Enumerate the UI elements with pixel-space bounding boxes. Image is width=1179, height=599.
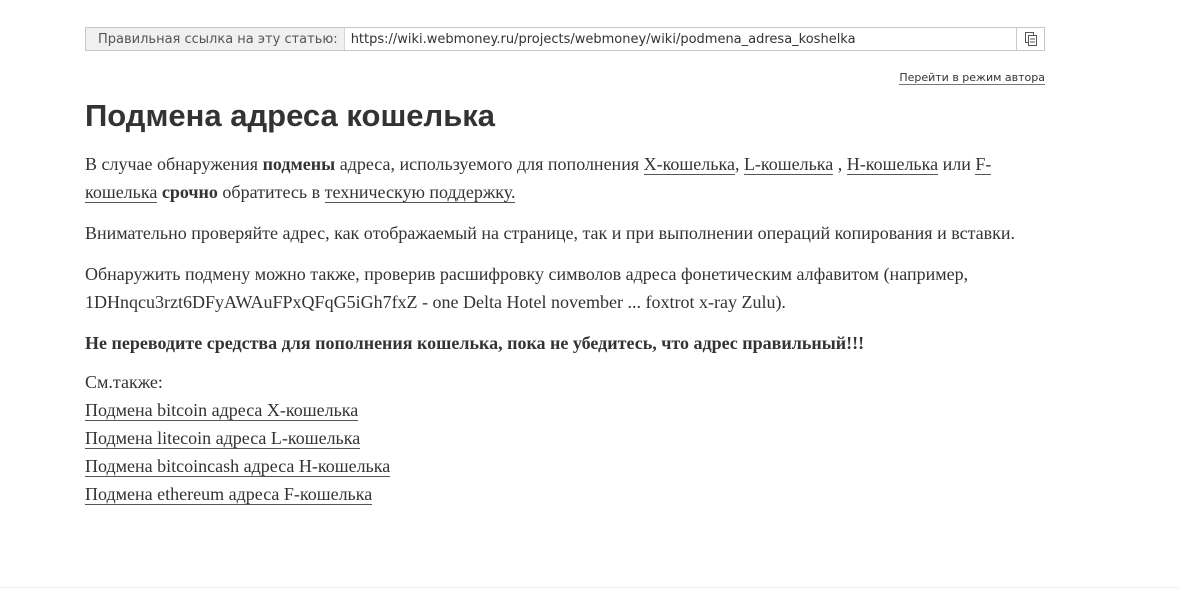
copy-url-button[interactable] — [1016, 28, 1044, 50]
page-title: Подмена адреса кошелька — [85, 98, 496, 133]
paragraph-phonetic: Обнаружить подмену можно также, проверив… — [85, 264, 969, 312]
see-also-link-ethereum[interactable]: Подмена ethereum адреса F-кошелька — [85, 484, 373, 505]
paragraph-warning: Не переводите средства для пополнения ко… — [85, 329, 1045, 357]
text: , — [734, 154, 744, 174]
text: , — [833, 154, 847, 174]
text: В случае обнаружения — [85, 154, 263, 174]
link-tech-support[interactable]: техническую поддержку. — [324, 182, 516, 203]
copy-icon — [1024, 32, 1037, 46]
warning-text: Не переводите средства для пополнения ко… — [85, 333, 865, 353]
link-x-wallet[interactable]: X-кошелька — [643, 154, 735, 175]
link-l-wallet[interactable]: L-кошелька — [743, 154, 834, 175]
article-url-field[interactable] — [344, 28, 1016, 50]
text: или — [938, 154, 976, 174]
author-mode-row: Перейти в режим автора — [85, 68, 1045, 85]
bold-text: подмены — [262, 154, 336, 174]
paragraph-intro: В случае обнаружения подмены адреса, исп… — [85, 150, 1045, 206]
see-also-link-bitcoin[interactable]: Подмена bitcoin адреса X-кошелька — [85, 400, 359, 421]
footer-divider — [0, 587, 1179, 588]
text: адреса, используемого для пополнения — [335, 154, 644, 174]
see-also-section: См.также: Подмена bitcoin адреса X-кошел… — [85, 368, 1045, 508]
link-h-wallet[interactable]: H-кошелька — [846, 154, 939, 175]
see-also-link-litecoin[interactable]: Подмена litecoin адреса L-кошелька — [85, 428, 361, 449]
see-also-label: См.также: — [85, 372, 163, 392]
author-mode-link[interactable]: Перейти в режим автора — [899, 71, 1045, 85]
text: обратитесь в — [217, 182, 325, 202]
paragraph-check-address: Внимательно проверяйте адрес, как отобра… — [85, 223, 1016, 243]
article-link-label: Правильная ссылка на эту статью: — [86, 28, 345, 50]
article-link-bar: Правильная ссылка на эту статью: — [85, 27, 1045, 51]
see-also-link-bitcoincash[interactable]: Подмена bitcoincash адреса H-кошелька — [85, 456, 391, 477]
page: Правильная ссылка на эту статью: Перейти… — [85, 27, 1045, 508]
bold-text: срочно — [161, 182, 218, 202]
